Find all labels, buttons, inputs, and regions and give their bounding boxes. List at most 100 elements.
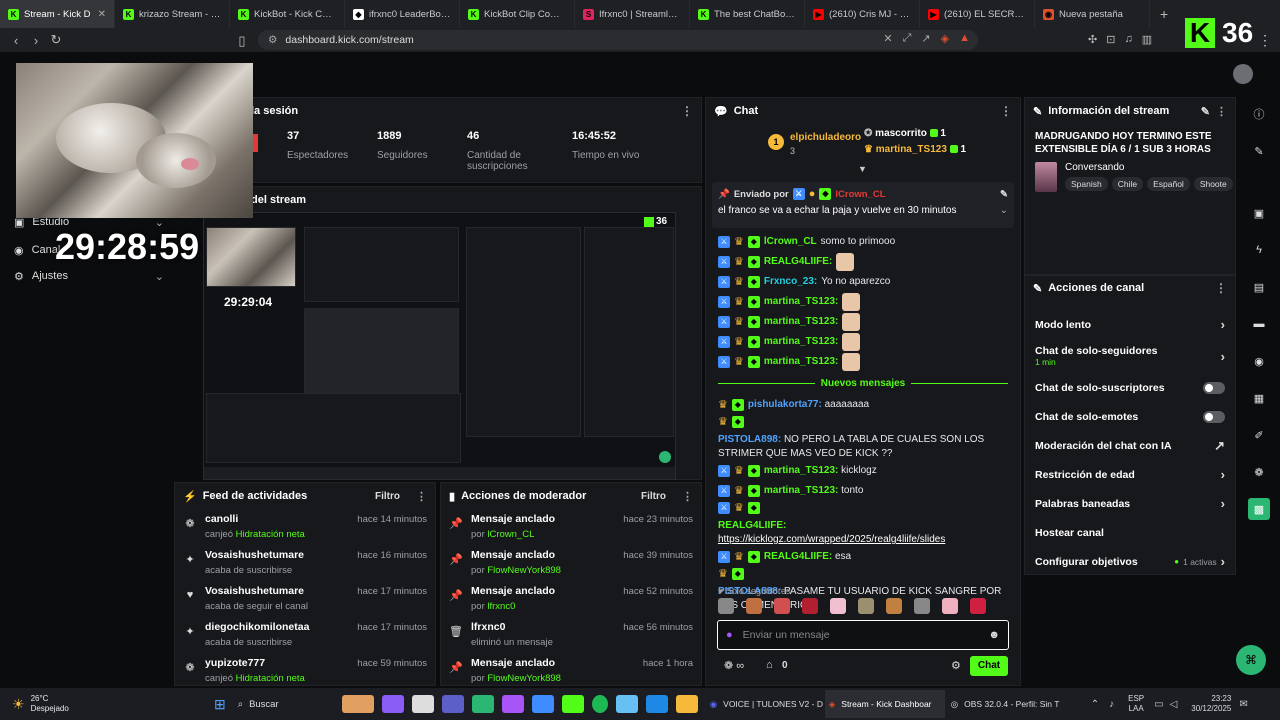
notifications-icon[interactable]: ✉ [1239,699,1247,710]
spotify-icon[interactable] [591,695,608,713]
more-icon[interactable]: ⋮ [1215,281,1227,295]
extensions-icon[interactable]: ✣ [1088,33,1097,46]
app-icon[interactable] [561,695,584,713]
list-item[interactable]: 📌 Mensaje anclado por FlowNewYork898 hace 1… [441,657,701,685]
leader-name[interactable]: martina_TS123 [876,144,947,155]
tray-chevron-icon[interactable]: ⌃ [1091,699,1099,710]
browser-tab[interactable]: K Stream - Kick D ✕ [0,0,115,28]
mic-icon[interactable]: ♪ [1109,699,1114,710]
browser-tab[interactable]: ◉ Nueva pestaña [1035,0,1150,28]
unpin-icon[interactable]: ✎ [1000,189,1008,200]
new-tab-icon[interactable]: + [1150,6,1178,22]
forward-icon[interactable]: › [26,33,46,48]
emote-image[interactable] [746,598,762,614]
emoji-icon[interactable]: ☻ [988,629,1000,641]
filter-button[interactable]: Filtro [641,491,666,502]
taskbar-app-discord[interactable]: ◉ VOICE | TULONES V2 - D [710,699,825,710]
more-icon[interactable]: ⋮ [1000,104,1012,118]
list-item[interactable]: 📌 Mensaje anclado por FlowNewYork898 hace 3… [441,549,701,585]
mute-icon[interactable]: ✕ [883,32,892,45]
chat-bubble-icon[interactable]: ▬ [1248,313,1270,335]
chat-message[interactable]: ⚔ ♛ ◆ lCrown_CL somo to primooo [706,232,1020,252]
toggle-switch[interactable] [1203,410,1225,423]
app-icon[interactable] [645,695,668,713]
list-item[interactable]: 📌 Mensaje anclado por lfrxnc0 hace 52 minut… [441,585,701,621]
list-item[interactable]: 🗑 lfrxnc0 eliminó un mensaje hace 56 minuto… [441,621,701,657]
list-item[interactable]: ✦ Vosaishushetumare acaba de suscribirse ha… [175,549,435,585]
emote-image[interactable] [718,598,734,614]
chat-username[interactable]: martina_TS123: [764,335,838,349]
leader-name[interactable]: elpichuladeoro [790,132,861,143]
item-highlight[interactable]: FlowNewYork898 [487,565,561,576]
media-icon[interactable]: ♫ [1124,33,1132,46]
back-icon[interactable]: ‹ [6,33,26,48]
browser-tab[interactable]: K KickBot Clip Command [460,0,575,28]
users-icon[interactable]: ❁ [1248,461,1270,483]
browser-tab[interactable]: ◆ ifrxnc0 LeaderBoard | [345,0,460,28]
tag-pill[interactable]: Español [1147,177,1190,191]
chat-message[interactable]: ⚔ ♛ ◆ REALG4LIIFE: esa [706,547,1020,567]
tag-pill[interactable]: Chile [1111,177,1144,191]
emote-image[interactable] [886,598,902,614]
more-icon[interactable]: ⋮ [1216,105,1227,118]
users-icon[interactable]: ❁ ∞ [724,659,744,672]
channel-action-item[interactable]: Chat de solo-suscriptores [1025,373,1235,402]
channel-action-item[interactable]: Restricción de edad › [1025,460,1235,489]
brave-shield-icon[interactable]: ◈ [941,32,949,45]
tag-pill[interactable]: Spanish [1065,177,1108,191]
network-icon[interactable]: ▭ [1154,699,1163,710]
chevron-down-icon[interactable]: ⌄ [1000,205,1008,216]
edit-icon[interactable]: ✎ [1201,105,1210,118]
stream-preview-video[interactable]: 29:29:04 36 [203,212,676,480]
chat-username[interactable]: martina_TS123: [764,465,838,476]
rewards-icon[interactable]: ▲ [959,32,970,45]
chat-username[interactable]: martina_TS123: [764,295,838,309]
emote-image[interactable] [942,598,958,614]
browser-tab[interactable]: ▶ (2610) Cris MJ - Nu [805,0,920,28]
channel-action-item[interactable]: Chat de solo-seguidores 1 min › [1025,339,1235,373]
emote-image[interactable] [774,598,790,614]
user-avatar[interactable] [1233,64,1253,84]
emote-image[interactable] [970,598,986,614]
chat-message[interactable]: ♛ ◆ PISTOLA898: NO PERO LA TABLA DE CUALES… [706,415,1020,461]
toggle-switch[interactable] [1203,381,1225,394]
emote-image[interactable] [914,598,930,614]
copy-icon[interactable]: ▤ [1248,276,1270,298]
chat-username[interactable]: martina_TS123: [764,355,838,369]
taskbar-app-obs[interactable]: ◎ OBS 32.0.4 - Perfil: Sin T [951,699,1081,710]
broadcast-icon[interactable]: ◉ [1248,350,1270,372]
chat-username[interactable]: REALG4LIIFE: [764,551,832,562]
clock[interactable]: 23:23 30/12/2025 [1191,694,1231,714]
chat-message[interactable]: ⚔ ♛ ◆ martina_TS123: [706,312,1020,332]
more-icon[interactable]: ⋮ [416,490,427,503]
channel-action-item[interactable]: Moderación del chat con IA ↗ [1025,431,1235,460]
taskbar-search[interactable]: ⌕ Buscar [238,699,338,710]
chat-username[interactable]: PISTOLA898: [718,434,781,445]
filter-button[interactable]: Filtro [375,491,400,502]
item-highlight[interactable]: lfrxnc0 [487,601,515,612]
screenshot-icon[interactable]: ⊡ [1106,33,1115,46]
chat-username[interactable]: martina_TS123: [764,485,838,496]
pencil-icon[interactable]: ✎ [1248,140,1270,162]
chat-input[interactable]: ● Enviar un mensaje ☻ [717,620,1009,650]
app-icon[interactable] [411,695,434,713]
chat-settings-icon[interactable]: ⚙ [951,659,961,672]
app-icon[interactable] [501,695,524,713]
url-text[interactable]: dashboard.kick.com/stream [285,34,413,46]
chat-input-placeholder[interactable]: Enviar un mensaje [743,629,830,641]
chat-message[interactable]: ⚔ ♛ ◆ REALG4LIIFE: [706,252,1020,272]
chat-username[interactable]: lCrown_CL [764,235,817,249]
browser-tab[interactable]: S Ifrxnc0 | Streamloots | [575,0,690,28]
sidebar-toggle-icon[interactable]: ▥ [1142,33,1152,46]
channel-action-item[interactable]: Chat de solo-emotes [1025,402,1235,431]
close-icon[interactable]: ✕ [98,9,106,20]
app-icon[interactable] [471,695,494,713]
emote-image[interactable] [830,598,846,614]
url-bar[interactable]: ⚙ dashboard.kick.com/stream ✕ ⤢ ↗ ◈ ▲ [258,30,978,50]
more-icon[interactable]: ⋮ [682,490,693,503]
chat-message[interactable]: ⚔ ♛ ◆ Frxnco_23: Yo no aparezco [706,272,1020,292]
browser-tab[interactable]: K The best ChatBot and [690,0,805,28]
windows-start-icon[interactable]: ⊞ [214,696,226,713]
more-icon[interactable]: ⋮ [681,104,693,118]
taskbar-app-browser[interactable]: ◈ Stream - Kick Dashboar [824,690,945,718]
